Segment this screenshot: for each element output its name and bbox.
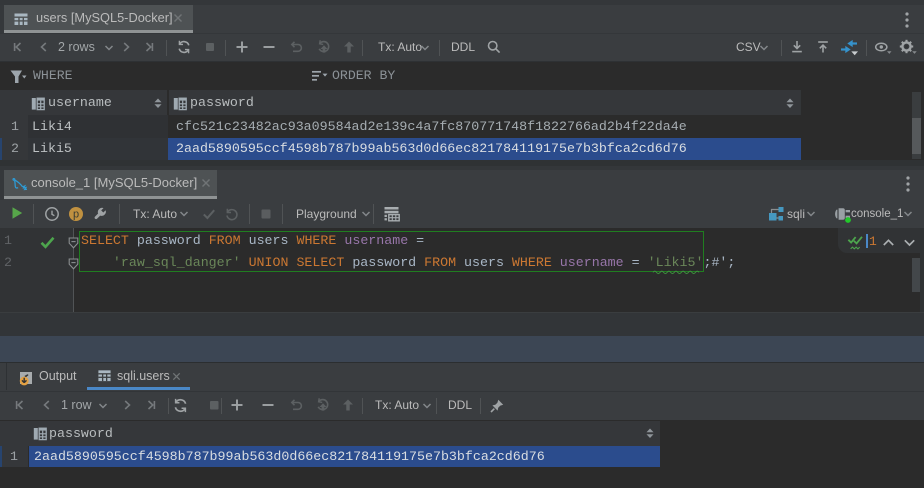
svg-text:p: p xyxy=(73,208,79,220)
